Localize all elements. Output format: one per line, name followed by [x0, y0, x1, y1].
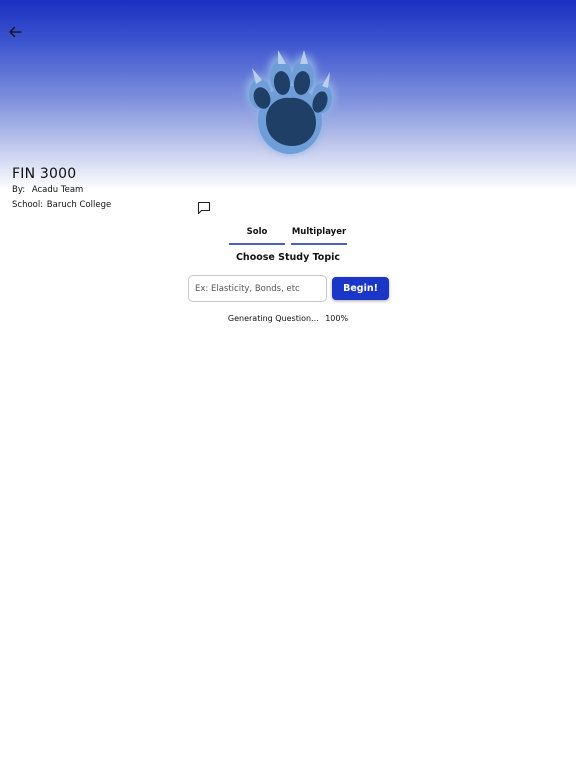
school-value: Baruch College: [46, 200, 112, 210]
course-title: FIN 3000: [12, 166, 77, 182]
tab-solo[interactable]: Solo: [229, 226, 285, 245]
school-row: School: Baruch College: [12, 200, 111, 210]
back-button[interactable]: [7, 24, 23, 40]
generation-status: Generating Question... 100%: [0, 314, 576, 323]
mode-tabs: Solo Multiplayer: [229, 226, 349, 245]
school-label: School:: [12, 200, 44, 210]
bear-paw-icon: [236, 50, 340, 164]
author-row: By: Acadu Team: [12, 185, 83, 195]
status-text: Generating Question...: [227, 314, 319, 323]
arrow-left-icon: [9, 26, 22, 38]
study-topic-input[interactable]: [188, 275, 327, 302]
author-label: By:: [12, 185, 26, 195]
chat-button[interactable]: [197, 200, 211, 215]
tab-multiplayer[interactable]: Multiplayer: [291, 226, 347, 245]
study-topic-heading: Choose Study Topic: [235, 252, 341, 263]
study-page: FIN 3000 By: Acadu Team School: Baruch C…: [0, 0, 576, 768]
author-value: Acadu Team: [31, 185, 84, 195]
chat-bubble-icon: [197, 201, 211, 215]
begin-button[interactable]: Begin!: [332, 277, 389, 300]
status-progress: 100%: [325, 314, 349, 323]
